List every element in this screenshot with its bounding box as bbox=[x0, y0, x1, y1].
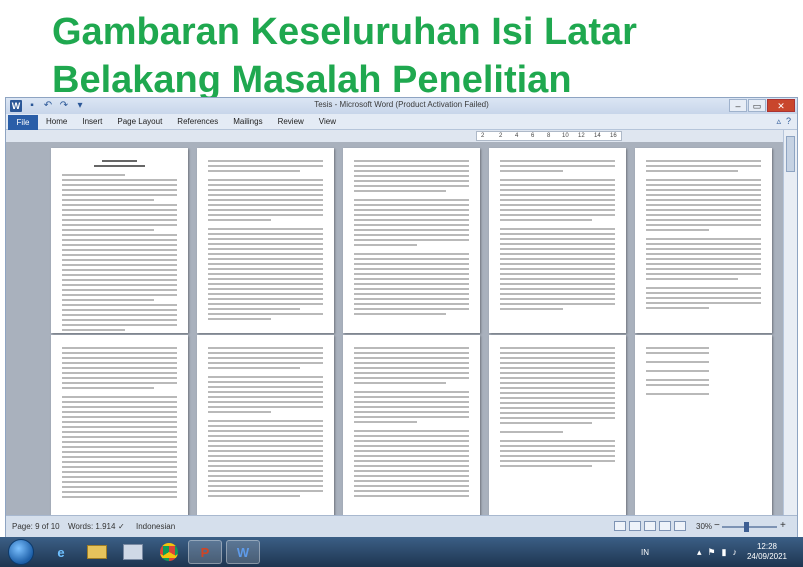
ruler-tick: 2 bbox=[499, 133, 503, 139]
outline-view-button[interactable] bbox=[659, 521, 671, 531]
language-status[interactable]: Indonesian bbox=[136, 522, 175, 531]
vertical-scrollbar[interactable] bbox=[783, 130, 797, 515]
minimize-ribbon-icon[interactable]: ▵ bbox=[776, 116, 781, 127]
horizontal-ruler[interactable]: 2 2 4 6 8 10 12 14 16 bbox=[476, 131, 622, 141]
close-button[interactable]: ✕ bbox=[767, 99, 795, 112]
notification-flag-icon[interactable]: ⚑ bbox=[707, 547, 715, 558]
document-page[interactable] bbox=[51, 148, 188, 333]
network-icon[interactable]: ▮ bbox=[722, 547, 727, 558]
powerpoint-icon[interactable]: P bbox=[188, 540, 222, 564]
chrome-icon[interactable] bbox=[152, 540, 186, 564]
ruler-tick: 14 bbox=[594, 133, 601, 139]
volume-icon[interactable]: ♪ bbox=[733, 547, 738, 558]
page-count[interactable]: Page: 9 of 10 bbox=[12, 522, 60, 531]
minimize-button[interactable]: – bbox=[729, 99, 747, 112]
zoom-slider[interactable] bbox=[722, 522, 777, 532]
document-page[interactable] bbox=[635, 148, 772, 333]
tab-home[interactable]: Home bbox=[46, 117, 67, 126]
word-count[interactable]: Words: 1.914 bbox=[68, 522, 115, 531]
document-page[interactable] bbox=[635, 335, 772, 515]
ruler-tick: 16 bbox=[610, 133, 617, 139]
ruler-tick: 12 bbox=[578, 133, 585, 139]
ribbon-tab-list: Home Insert Page Layout References Maili… bbox=[46, 117, 351, 126]
tab-insert[interactable]: Insert bbox=[82, 117, 102, 126]
document-page[interactable] bbox=[343, 335, 480, 515]
status-bar: Page: 9 of 10 Words: 1.914 ✓ Indonesian … bbox=[6, 515, 797, 537]
tray-icons: ▴ ⚑ ▮ ♪ bbox=[697, 547, 737, 558]
document-page[interactable] bbox=[489, 148, 626, 333]
clock[interactable]: 12:28 24/09/2021 bbox=[747, 542, 787, 562]
ruler-tick: 10 bbox=[562, 133, 569, 139]
print-layout-view-button[interactable] bbox=[614, 521, 626, 531]
zoom-out-button[interactable]: − bbox=[714, 520, 720, 531]
document-page[interactable] bbox=[197, 148, 334, 333]
tab-review[interactable]: Review bbox=[278, 117, 304, 126]
document-page[interactable] bbox=[489, 335, 626, 515]
ribbon-right-controls: ▵ ? bbox=[776, 116, 791, 127]
draft-view-button[interactable] bbox=[674, 521, 686, 531]
tab-references[interactable]: References bbox=[177, 117, 218, 126]
clock-time: 12:28 bbox=[756, 542, 777, 551]
document-page[interactable] bbox=[197, 335, 334, 515]
window-title: Tesis - Microsoft Word (Product Activati… bbox=[314, 100, 489, 109]
clock-date: 24/09/2021 bbox=[746, 552, 787, 561]
full-screen-reading-view-button[interactable] bbox=[629, 521, 641, 531]
document-page[interactable] bbox=[51, 335, 188, 515]
ruler-tick: 6 bbox=[531, 133, 535, 139]
files-icon[interactable] bbox=[116, 540, 150, 564]
zoom-level[interactable]: 30% bbox=[696, 522, 712, 531]
ribbon-tabs: File Home Insert Page Layout References … bbox=[6, 114, 797, 130]
tab-view[interactable]: View bbox=[319, 117, 336, 126]
help-icon[interactable]: ? bbox=[786, 116, 791, 127]
maximize-button[interactable]: ▭ bbox=[748, 99, 766, 112]
document-area[interactable] bbox=[6, 142, 785, 515]
zoom-slider-knob[interactable] bbox=[744, 522, 749, 532]
title-bar: W ▪ ↶ ↷ ▾ Tesis - Microsoft Word (Produc… bbox=[6, 98, 797, 114]
show-hidden-icons-icon[interactable]: ▴ bbox=[697, 547, 702, 558]
ruler-tick: 4 bbox=[515, 133, 519, 139]
chapter-heading bbox=[102, 160, 137, 162]
slide-title: Gambaran Keseluruhan Isi Latar Belakang … bbox=[52, 8, 792, 104]
ruler-tick: 2 bbox=[481, 133, 485, 139]
view-buttons bbox=[614, 521, 686, 531]
zoom-in-button[interactable]: + bbox=[780, 520, 786, 531]
window-controls: – ▭ ✕ bbox=[729, 99, 795, 112]
word-window: W ▪ ↶ ↷ ▾ Tesis - Microsoft Word (Produc… bbox=[5, 97, 798, 537]
internet-explorer-icon[interactable]: e bbox=[44, 540, 78, 564]
document-page[interactable] bbox=[343, 148, 480, 333]
web-layout-view-button[interactable] bbox=[644, 521, 656, 531]
slide-title-line-1: Gambaran Keseluruhan Isi Latar bbox=[52, 11, 637, 53]
file-explorer-icon[interactable] bbox=[80, 540, 114, 564]
tab-file[interactable]: File bbox=[8, 115, 38, 130]
tab-page-layout[interactable]: Page Layout bbox=[117, 117, 162, 126]
tab-mailings[interactable]: Mailings bbox=[233, 117, 262, 126]
start-button[interactable] bbox=[8, 539, 34, 565]
chapter-title bbox=[94, 165, 145, 167]
input-language[interactable]: IN bbox=[641, 548, 649, 557]
scrollbar-thumb[interactable] bbox=[786, 136, 795, 172]
ruler-tick: 8 bbox=[547, 133, 551, 139]
proofing-icon[interactable]: ✓ bbox=[118, 522, 125, 531]
word-icon[interactable]: W bbox=[226, 540, 260, 564]
taskbar: e P W IN ▴ ⚑ ▮ ♪ 12:28 24/09/2021 bbox=[0, 537, 803, 567]
